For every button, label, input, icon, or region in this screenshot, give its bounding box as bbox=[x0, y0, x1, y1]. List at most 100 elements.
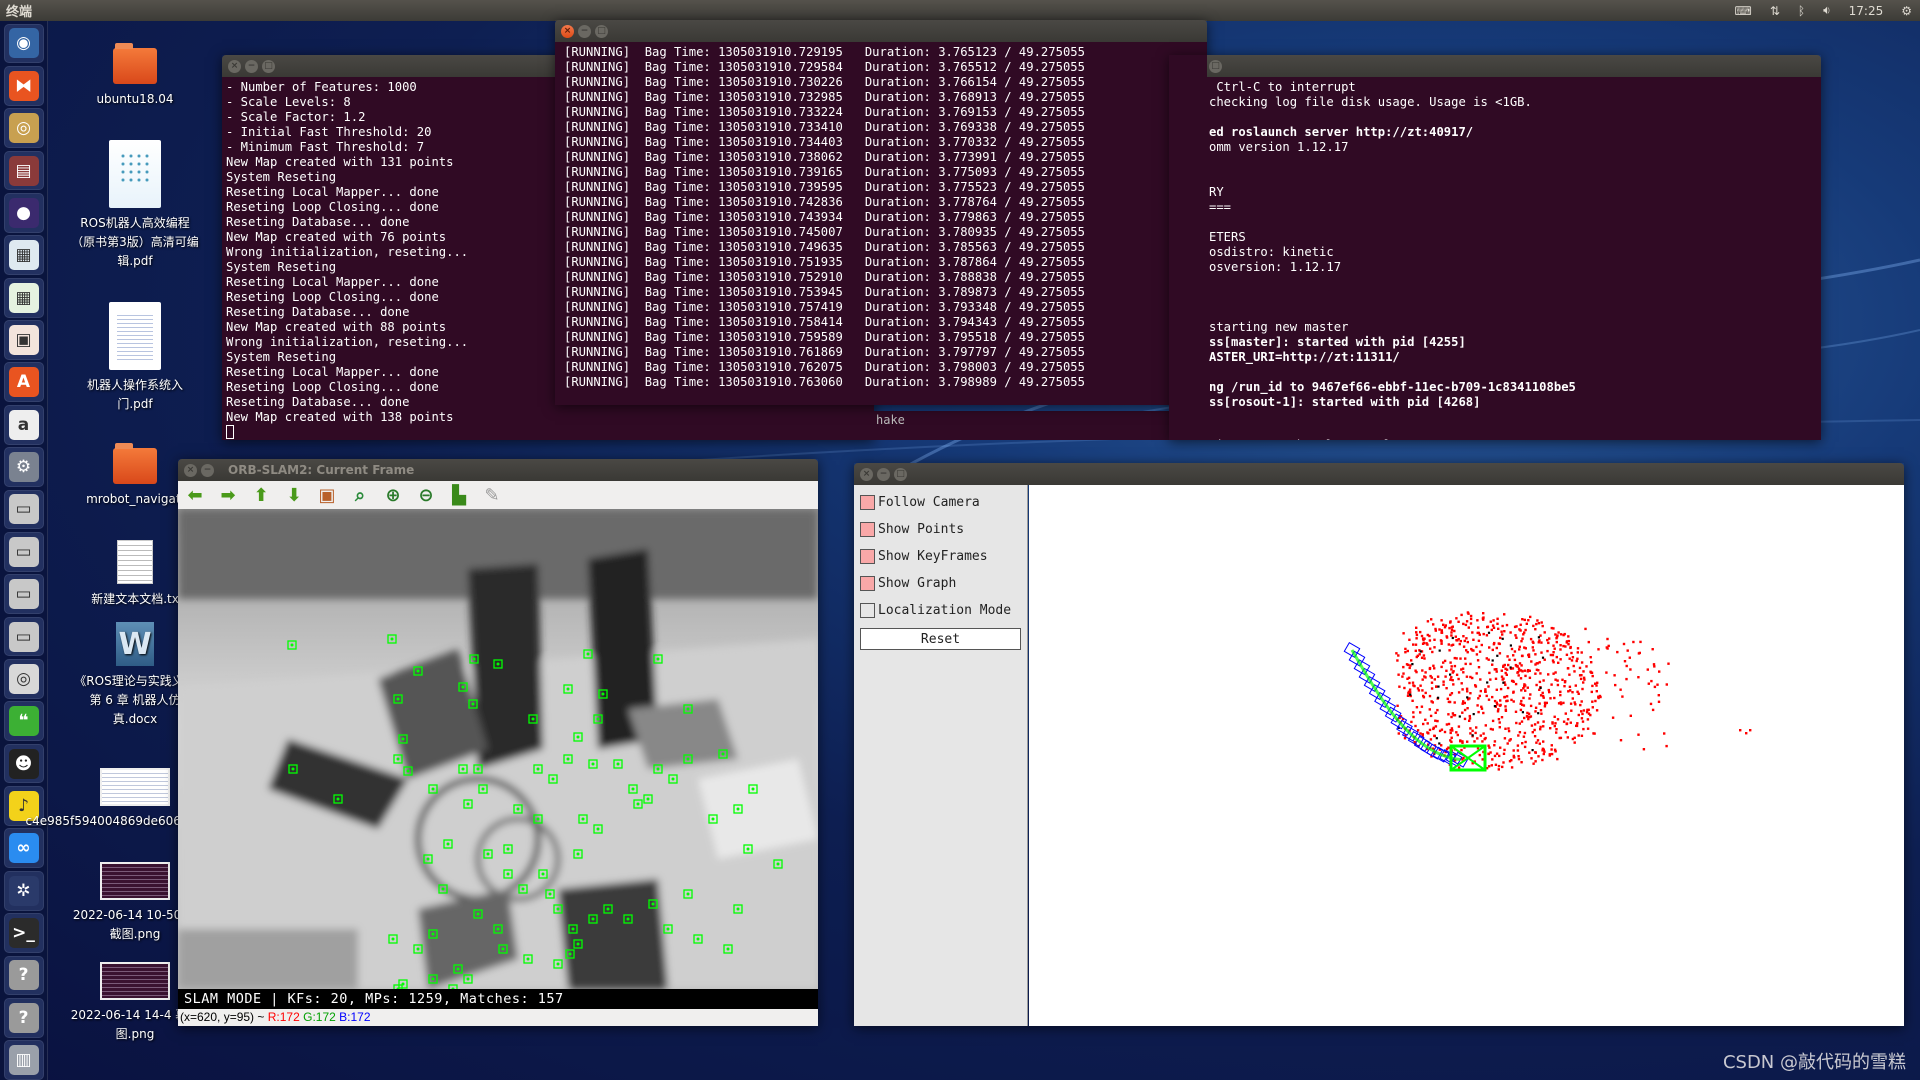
terminal-rosbag-window[interactable]: × − □ [RUNNING] Bag Time: 1305031910.729… bbox=[555, 20, 1207, 405]
map-point bbox=[1450, 626, 1454, 629]
launcher-software-center[interactable]: A bbox=[3, 362, 44, 403]
current-frame-window[interactable]: × − ORB-SLAM2: Current Frame ⬅ ➡ ⬆ ⬇ ▣ ⌕ ⊕ ⊖ ▙ ✎ … bbox=[178, 459, 818, 1026]
option-localization-mode[interactable]: Localization Mode bbox=[854, 597, 1027, 624]
close-icon[interactable]: × bbox=[228, 59, 241, 73]
option-show-points[interactable]: Show Points bbox=[854, 516, 1027, 543]
launcher-hard-drive-1[interactable]: ▭ bbox=[3, 489, 44, 530]
option-follow-camera[interactable]: Follow Camera bbox=[854, 489, 1027, 516]
volume-icon[interactable]: 🔉︎ bbox=[1823, 3, 1831, 18]
network-updown-icon[interactable]: ⇅ bbox=[1770, 4, 1780, 18]
zoom-region-icon[interactable]: ⌕ bbox=[349, 484, 371, 506]
clear-brush-icon[interactable]: ✎ bbox=[481, 484, 503, 506]
zoom-out-icon[interactable]: ⊖ bbox=[415, 484, 437, 506]
map-point bbox=[1496, 617, 1499, 620]
fit-image-icon[interactable]: ▣ bbox=[316, 484, 338, 506]
terminal-output[interactable]: [RUNNING] Bag Time: 1305031910.729195 Du… bbox=[555, 42, 1207, 405]
launcher-libreoffice-impress[interactable]: ▣ bbox=[3, 320, 44, 360]
clock[interactable]: 17:25 bbox=[1849, 4, 1884, 18]
launcher-hard-drive-2[interactable]: ▭ bbox=[3, 531, 44, 572]
screenshot-thumbnail-icon bbox=[100, 962, 170, 1000]
terminal-roscore-window[interactable]: □ Ctrl-C to interrupt checking log file d… bbox=[1169, 55, 1821, 440]
maximize-icon[interactable]: □ bbox=[1209, 59, 1222, 73]
reset-button[interactable]: Reset bbox=[860, 628, 1021, 650]
launcher-file-cabinet[interactable]: ▤ bbox=[3, 150, 44, 191]
checkbox[interactable] bbox=[860, 576, 875, 591]
map-viewer-window[interactable]: × − □ Follow Camera Show Points Show KeyFr… bbox=[854, 463, 1904, 1026]
launcher-wechat[interactable]: ❝ bbox=[3, 701, 44, 742]
reference-point bbox=[1437, 685, 1440, 688]
checkbox[interactable] bbox=[860, 603, 875, 618]
option-show-keyframes[interactable]: Show KeyFrames bbox=[854, 543, 1027, 570]
maximize-icon[interactable]: □ bbox=[894, 467, 907, 481]
launcher-unknown-app-2[interactable]: ? bbox=[3, 997, 44, 1038]
keyboard-icon[interactable]: ⌨ bbox=[1734, 4, 1751, 18]
launcher-unknown-app-1[interactable]: ? bbox=[3, 955, 44, 996]
launcher-optical-disc[interactable]: ◎ bbox=[3, 658, 44, 699]
camera-frame-view[interactable] bbox=[178, 509, 818, 989]
slam-status-bar: SLAM MODE | KFs: 20, MPs: 1259, Matches:… bbox=[178, 989, 818, 1009]
zoom-in-icon[interactable]: ⊕ bbox=[382, 484, 404, 506]
close-icon[interactable]: × bbox=[561, 24, 574, 38]
desktop-icon-pdf-book[interactable]: ROS机器人高效编程（原书第3版）高清可编辑.pdf bbox=[70, 140, 200, 271]
checkbox[interactable] bbox=[860, 522, 875, 537]
map-point bbox=[1448, 626, 1451, 630]
map-point bbox=[1415, 631, 1418, 634]
pan-left-icon[interactable]: ⬅ bbox=[184, 484, 206, 506]
launcher-qq[interactable]: ☻ bbox=[3, 743, 44, 784]
map-point bbox=[1542, 725, 1545, 728]
minimize-icon[interactable]: − bbox=[877, 467, 890, 481]
window-titlebar[interactable]: □ bbox=[1169, 55, 1821, 77]
map-point bbox=[1566, 736, 1569, 739]
launcher-libreoffice-draw[interactable]: ▦ bbox=[3, 235, 44, 276]
window-titlebar[interactable]: × − □ bbox=[854, 463, 1904, 485]
launcher-terminal[interactable]: >_ bbox=[3, 913, 44, 953]
map-point bbox=[1453, 664, 1457, 668]
launcher-hard-drive-4[interactable]: ▭ bbox=[3, 616, 44, 657]
map-point bbox=[1466, 640, 1469, 644]
map-point bbox=[1535, 662, 1538, 665]
terminal-output[interactable]: Ctrl-C to interrupt checking log file dis… bbox=[1169, 77, 1821, 440]
gear-power-icon[interactable]: ⚙ bbox=[1901, 4, 1912, 18]
launcher-ros-logo[interactable]: ✲ bbox=[3, 870, 44, 911]
launcher-chrome[interactable]: ◎ bbox=[3, 108, 44, 149]
launcher-ubuntu-dash[interactable]: ◉ bbox=[3, 23, 44, 64]
launcher-baidu-netdisk[interactable]: ∞ bbox=[3, 828, 44, 869]
launcher-system-settings[interactable]: ⚙ bbox=[3, 447, 44, 487]
launcher-hard-drive-3[interactable]: ▭ bbox=[3, 574, 44, 615]
pan-up-icon[interactable]: ⬆ bbox=[250, 484, 272, 506]
map-3d-view[interactable] bbox=[1029, 485, 1904, 1026]
close-icon[interactable]: × bbox=[184, 463, 197, 477]
minimize-icon[interactable]: − bbox=[201, 463, 214, 477]
pan-right-icon[interactable]: ➡ bbox=[217, 484, 239, 506]
save-icon[interactable]: ▙ bbox=[448, 484, 470, 506]
launcher-trash[interactable]: ▥ bbox=[3, 1040, 44, 1080]
map-point bbox=[1512, 654, 1515, 657]
map-point bbox=[1576, 690, 1579, 693]
launcher-screen-recorder[interactable]: ⧓ bbox=[3, 65, 44, 106]
desktop-icon-folder[interactable]: ubuntu18.04 bbox=[70, 43, 200, 109]
amazon-icon: a bbox=[8, 409, 39, 440]
map-point bbox=[1597, 648, 1600, 651]
launcher-libreoffice-calc[interactable]: ▦ bbox=[3, 277, 44, 318]
checkbox[interactable] bbox=[860, 495, 875, 510]
window-titlebar[interactable]: × − □ bbox=[555, 20, 1207, 42]
checkbox[interactable] bbox=[860, 549, 875, 564]
minimize-icon[interactable]: − bbox=[578, 24, 591, 38]
maximize-icon[interactable]: □ bbox=[595, 24, 608, 38]
pan-down-icon[interactable]: ⬇ bbox=[283, 484, 305, 506]
option-show-graph[interactable]: Show Graph bbox=[854, 570, 1027, 597]
map-point bbox=[1589, 656, 1592, 659]
launcher-amazon[interactable]: a bbox=[3, 404, 44, 445]
maximize-icon[interactable]: □ bbox=[262, 59, 275, 73]
map-point bbox=[1510, 698, 1513, 702]
map-point bbox=[1483, 737, 1486, 741]
desktop-icon-pdf-list[interactable]: 机器人操作系统入门.pdf bbox=[70, 302, 200, 414]
map-point bbox=[1482, 632, 1485, 636]
close-icon[interactable]: × bbox=[860, 467, 873, 481]
window-titlebar[interactable]: × − ORB-SLAM2: Current Frame bbox=[178, 459, 818, 481]
map-point bbox=[1455, 639, 1458, 642]
bluetooth-icon[interactable]: ᛒ bbox=[1798, 4, 1805, 18]
keypoint-dot bbox=[401, 737, 405, 741]
launcher-firefox[interactable]: ● bbox=[3, 193, 44, 233]
minimize-icon[interactable]: − bbox=[245, 59, 258, 73]
